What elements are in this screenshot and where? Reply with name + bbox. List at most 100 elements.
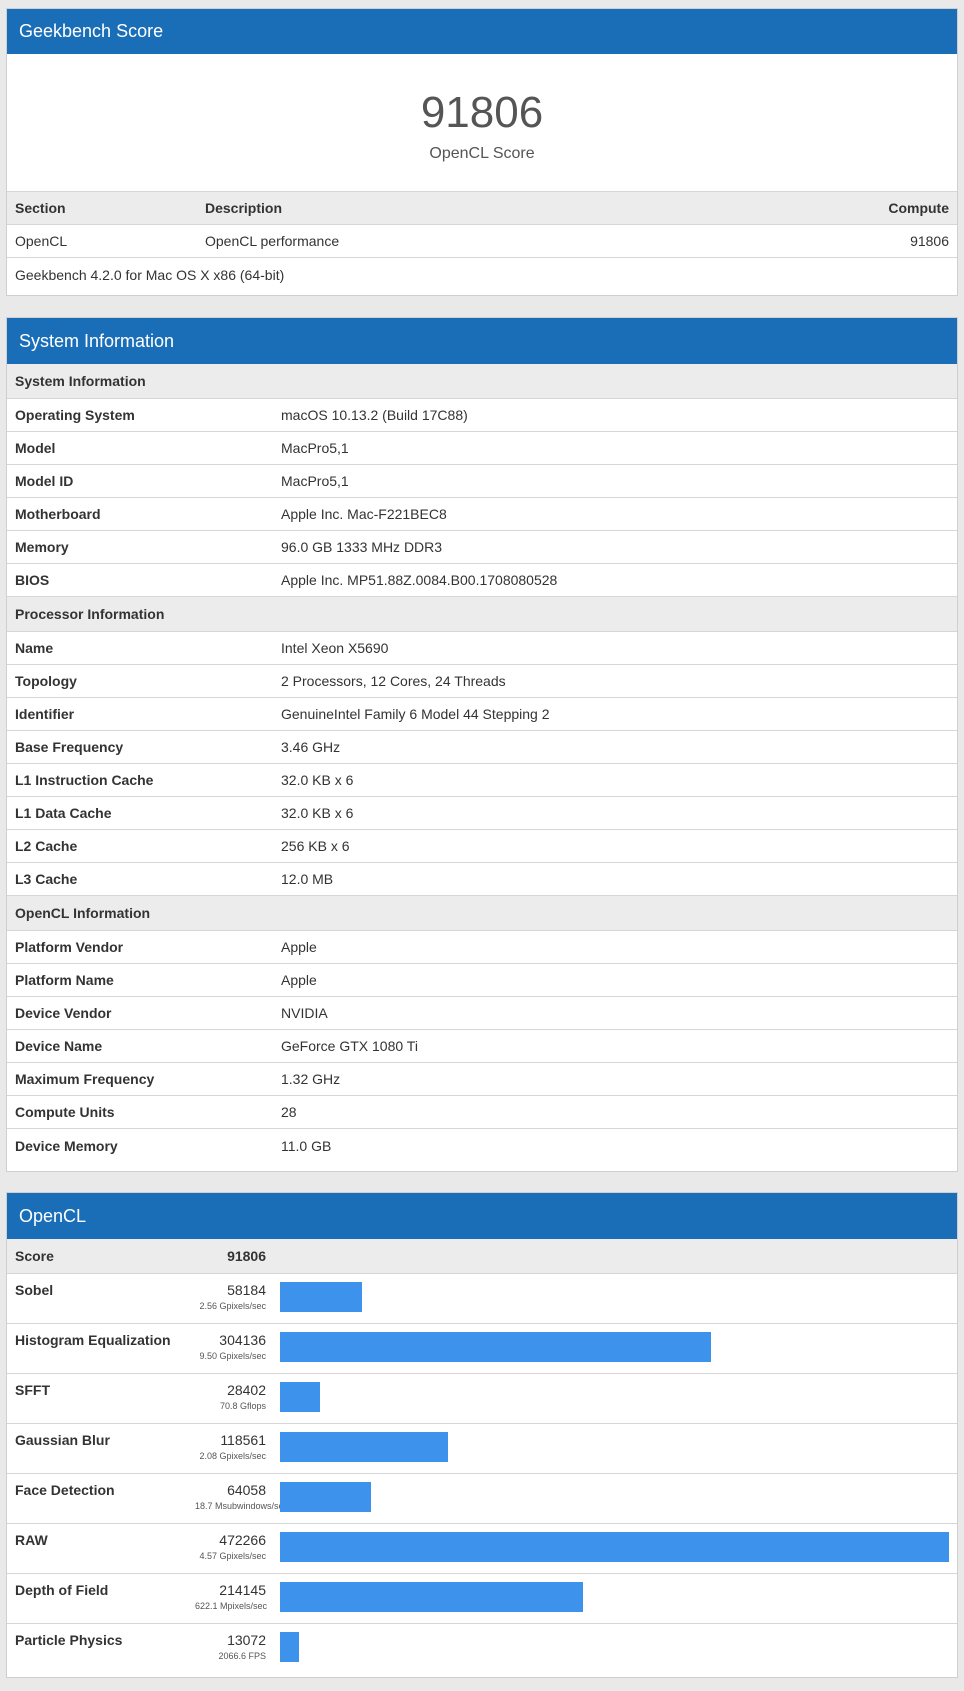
benchmark-row-sfft: SFFT 28402 70.8 Gflops xyxy=(7,1374,957,1424)
benchmark-bar-track xyxy=(280,1382,949,1412)
system-information-panel: System Information System Information Ope… xyxy=(6,317,958,1172)
section-title: System Information xyxy=(15,373,146,389)
geekbench-score-panel: Geekbench Score 91806 OpenCL Score Secti… xyxy=(6,8,958,296)
benchmark-score-unit: 2066.6 FPS xyxy=(218,1651,266,1661)
info-row-motherboard: Motherboard Apple Inc. Mac-F221BEC8 xyxy=(7,498,957,531)
benchmark-bar-track xyxy=(280,1332,949,1362)
benchmark-score-value: 214145 xyxy=(219,1582,266,1598)
benchmark-score-unit: 2.08 Gpixels/sec xyxy=(199,1451,266,1461)
info-row-device-memory: Device Memory 11.0 GB xyxy=(7,1129,957,1162)
info-key: Motherboard xyxy=(15,506,101,522)
info-value: 32.0 KB x 6 xyxy=(281,805,354,821)
info-key: Base Frequency xyxy=(15,739,124,755)
benchmark-score-value: 28402 xyxy=(227,1382,266,1398)
info-row-memory: Memory 96.0 GB 1333 MHz DDR3 xyxy=(7,531,957,564)
benchmark-name: Histogram Equalization xyxy=(15,1332,171,1348)
info-key: Operating System xyxy=(15,407,135,423)
info-value: 28 xyxy=(281,1104,297,1120)
opencl-score-label: OpenCL Score xyxy=(429,145,535,162)
benchmark-score: 58184 2.56 Gpixels/sec xyxy=(195,1282,266,1312)
benchmark-bar-track xyxy=(280,1432,949,1462)
benchmark-score-unit: 4.57 Gpixels/sec xyxy=(199,1551,266,1561)
col-section: Section xyxy=(15,200,66,216)
benchmark-bar-track xyxy=(280,1282,949,1312)
benchmark-score-value: 472266 xyxy=(219,1532,266,1548)
info-key: Topology xyxy=(15,673,77,689)
table-row: OpenCL OpenCL performance 91806 xyxy=(7,225,957,258)
opencl-score-row: Score 91806 xyxy=(7,1239,957,1274)
benchmark-score-value: 58184 xyxy=(227,1282,266,1298)
section-header-processor-information: Processor Information xyxy=(7,597,957,632)
benchmark-row-depth-of-field: Depth of Field 214145 622.1 Mpixels/sec xyxy=(7,1574,957,1624)
benchmark-score-value: 64058 xyxy=(227,1482,266,1498)
benchmark-name: SFFT xyxy=(15,1382,50,1398)
score-label: Score xyxy=(15,1248,54,1264)
benchmark-name: Depth of Field xyxy=(15,1582,109,1598)
section-header-system-information: System Information xyxy=(7,364,957,399)
info-value: MacPro5,1 xyxy=(281,440,349,456)
benchmark-row-raw: RAW 472266 4.57 Gpixels/sec xyxy=(7,1524,957,1574)
info-value: Apple Inc. MP51.88Z.0084.B00.1708080528 xyxy=(281,572,558,588)
panel-header: Geekbench Score xyxy=(7,9,957,54)
benchmark-name: Gaussian Blur xyxy=(15,1432,110,1448)
info-row-model-id: Model ID MacPro5,1 xyxy=(7,465,957,498)
benchmark-bar-track xyxy=(280,1582,949,1612)
benchmark-bar xyxy=(280,1382,321,1412)
info-row-device-vendor: Device Vendor NVIDIA xyxy=(7,997,957,1030)
benchmark-bar xyxy=(280,1332,711,1362)
info-row-name: Name Intel Xeon X5690 xyxy=(7,632,957,665)
info-key: L1 Data Cache xyxy=(15,805,112,821)
info-key: Model ID xyxy=(15,473,74,489)
info-key: Maximum Frequency xyxy=(15,1071,155,1087)
benchmark-row-sobel: Sobel 58184 2.56 Gpixels/sec xyxy=(7,1274,957,1324)
info-value: GenuineIntel Family 6 Model 44 Stepping … xyxy=(281,706,550,722)
benchmark-bar-track xyxy=(280,1482,949,1512)
benchmark-bar-track xyxy=(280,1632,949,1662)
score-value: 91806 xyxy=(227,1248,266,1264)
benchmark-row-face-detection: Face Detection 64058 18.7 Msubwindows/sec xyxy=(7,1474,957,1524)
info-key: Model xyxy=(15,440,56,456)
cell-compute: 91806 xyxy=(910,233,949,249)
benchmark-row-histogram-equalization: Histogram Equalization 304136 9.50 Gpixels… xyxy=(7,1324,957,1374)
info-row-l2-cache: L2 Cache 256 KB x 6 xyxy=(7,830,957,863)
benchmark-bar-track xyxy=(280,1532,949,1562)
opencl-panel: OpenCL Score 91806 Sobel 58184 2.56 Gpixel… xyxy=(6,1192,958,1678)
info-value: 32.0 KB x 6 xyxy=(281,772,354,788)
info-row-bios: BIOS Apple Inc. MP51.88Z.0084.B00.1708080… xyxy=(7,564,957,597)
benchmark-score-value: 13072 xyxy=(227,1632,266,1648)
info-key: Name xyxy=(15,640,54,656)
benchmark-score-unit: 9.50 Gpixels/sec xyxy=(199,1351,266,1361)
info-key: Memory xyxy=(15,539,69,555)
panel-header: OpenCL xyxy=(7,1193,957,1239)
info-value: Apple xyxy=(281,939,317,955)
info-row-topology: Topology 2 Processors, 12 Cores, 24 Threa… xyxy=(7,665,957,698)
info-row-identifier: Identifier GenuineIntel Family 6 Model 44… xyxy=(7,698,957,731)
benchmark-score: 118561 2.08 Gpixels/sec xyxy=(195,1432,266,1462)
info-value: 2 Processors, 12 Cores, 24 Threads xyxy=(281,673,506,689)
info-value: NVIDIA xyxy=(281,1005,328,1021)
info-key: L3 Cache xyxy=(15,871,78,887)
info-key: L1 Instruction Cache xyxy=(15,772,154,788)
info-key: Device Vendor xyxy=(15,1005,112,1021)
info-value: GeForce GTX 1080 Ti xyxy=(281,1038,418,1054)
version-footer: Geekbench 4.2.0 for Mac OS X x86 (64-bit… xyxy=(7,258,957,291)
info-key: BIOS xyxy=(15,572,50,588)
benchmark-bar xyxy=(280,1632,299,1662)
benchmark-bar xyxy=(280,1482,371,1512)
section-header-opencl-information: OpenCL Information xyxy=(7,896,957,931)
cell-description: OpenCL performance xyxy=(205,233,340,249)
benchmark-name: Particle Physics xyxy=(15,1632,123,1648)
benchmark-name: RAW xyxy=(15,1532,48,1548)
info-row-maximum-frequency: Maximum Frequency 1.32 GHz xyxy=(7,1063,957,1096)
info-value: 1.32 GHz xyxy=(281,1071,341,1087)
benchmark-bar xyxy=(280,1432,448,1462)
info-row-compute-units: Compute Units 28 xyxy=(7,1096,957,1129)
panel-header: System Information xyxy=(7,318,957,364)
opencl-score-value: 91806 xyxy=(420,88,544,137)
table-header-row: Section Description Compute xyxy=(7,192,957,225)
benchmark-row-gaussian-blur: Gaussian Blur 118561 2.08 Gpixels/sec xyxy=(7,1424,957,1474)
info-key: Device Name xyxy=(15,1038,103,1054)
info-value: MacPro5,1 xyxy=(281,473,349,489)
score-box: 91806 OpenCL Score xyxy=(7,54,957,192)
section-title: Processor Information xyxy=(15,606,165,622)
